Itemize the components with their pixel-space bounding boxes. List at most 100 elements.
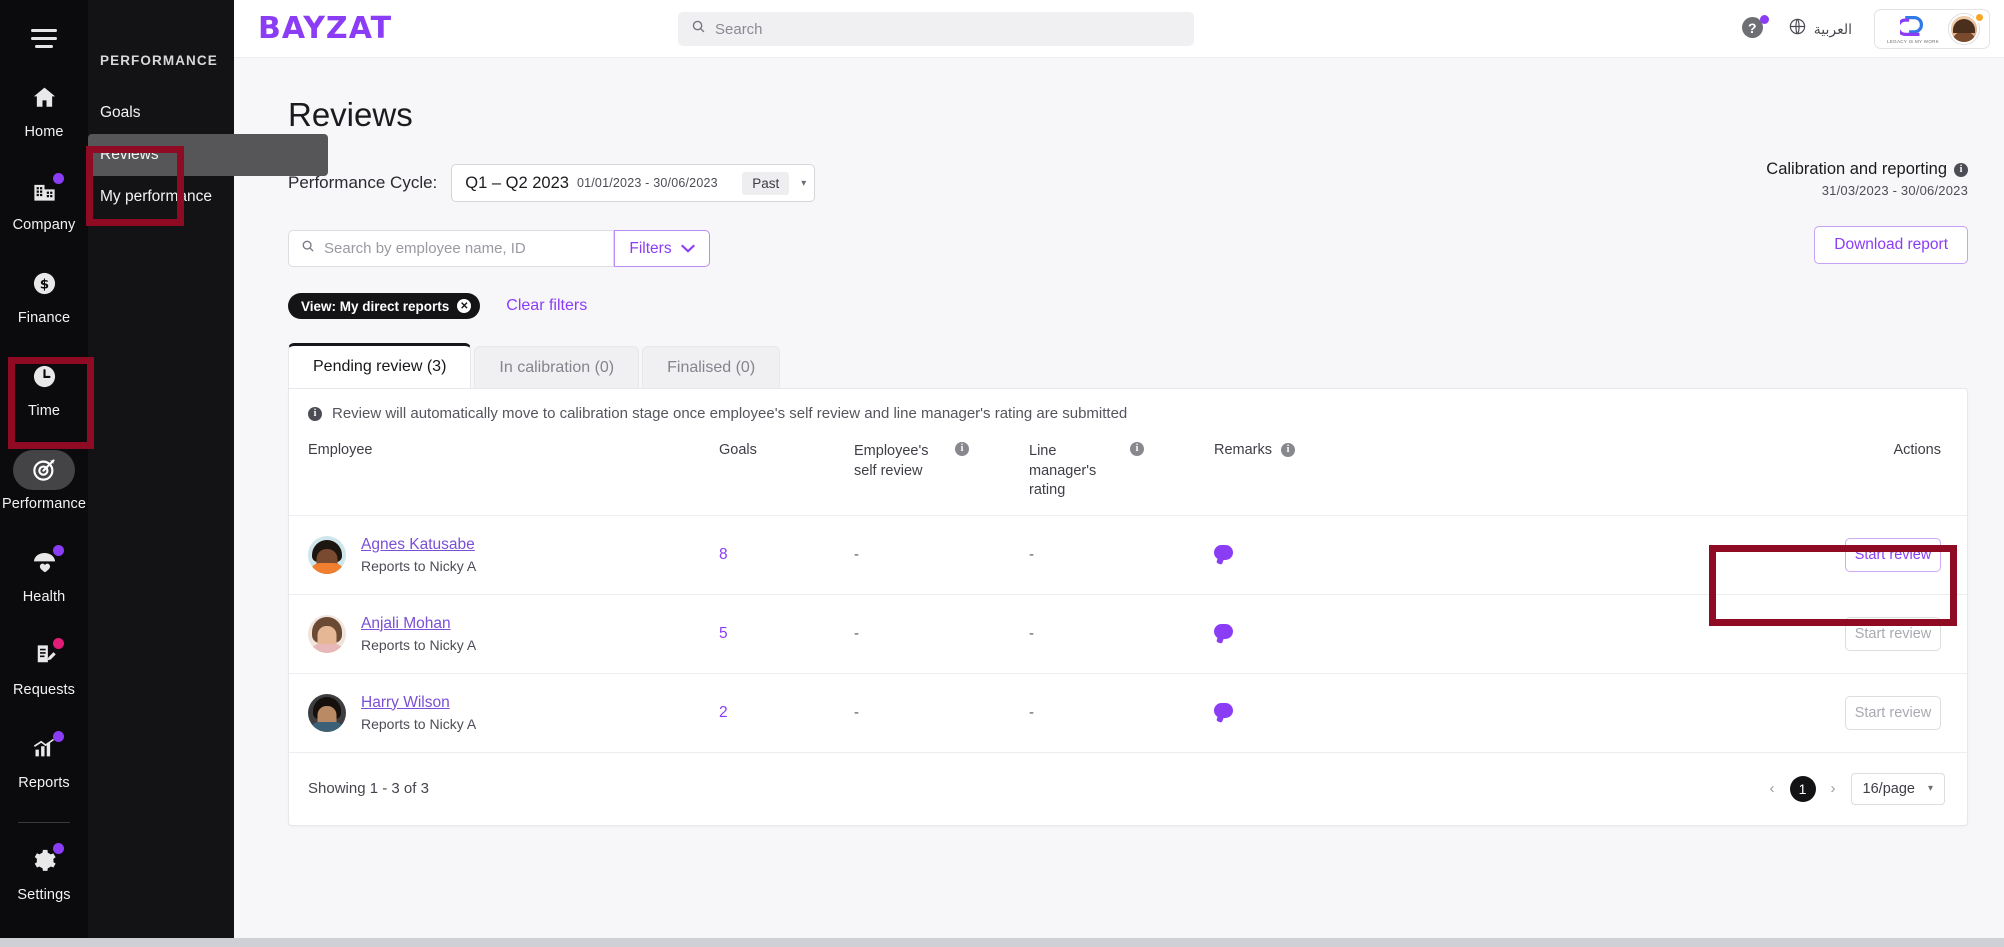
chevron-down-icon [681,240,695,258]
next-page-button[interactable]: › [1828,780,1839,797]
hamburger-icon[interactable] [24,22,64,56]
filters-button[interactable]: Filters [614,230,710,267]
bar-chart-icon [13,729,75,769]
rail-label: Home [24,125,63,140]
rail-divider [18,822,70,823]
avatar [308,615,346,653]
cell-actions: Start review [1634,673,1967,752]
tab-in-calibration[interactable]: In calibration (0) [474,346,639,388]
manager-rating-value: - [1029,704,1034,721]
tab-pending-review[interactable]: Pending review (3) [288,343,471,388]
avatar [308,536,346,574]
employee-search[interactable]: Search by employee name, ID [288,230,614,267]
rail-item-finance[interactable]: $ Finance [0,264,88,337]
cycle-status-badge: Past [742,172,789,195]
prev-page-button[interactable]: ‹ [1767,780,1778,797]
rail-item-settings[interactable]: Settings [0,841,88,914]
cell-goals: 5 [719,594,854,673]
table-row[interactable]: Agnes Katusabe Reports to Nicky A 8 - - … [289,515,1967,594]
comment-bubble-icon[interactable] [1214,545,1233,560]
active-filters-row: View: My direct reports ✕ Clear filters [234,267,2004,319]
table-head: Employee Goals Employee's self review i [289,436,1967,515]
primary-nav-rail: Home Company $ Finance Time [0,0,88,938]
col-goals: Goals [719,436,854,515]
sidebar-item-goals[interactable]: Goals [88,92,328,134]
dollar-coin-icon: $ [13,264,75,304]
search-input[interactable]: Search [715,21,763,38]
global-search[interactable]: Search [678,12,1194,46]
table-row[interactable]: Harry Wilson Reports to Nicky A 2 - - St… [289,673,1967,752]
search-input[interactable]: Search by employee name, ID [324,240,526,257]
rail-label: Company [13,218,76,233]
bayzat-logo: BAYZAT [258,11,392,46]
goals-count-link[interactable]: 2 [719,704,728,721]
clipboard-pen-icon [13,636,75,676]
comment-bubble-icon[interactable] [1214,703,1233,718]
performance-cycle-select[interactable]: Q1 – Q2 2023 01/01/2023 - 30/06/2023 Pas… [451,164,815,202]
cell-employee: Anjali Mohan Reports to Nicky A [289,595,719,673]
cell-employee: Harry Wilson Reports to Nicky A [289,674,719,752]
goals-count-link[interactable]: 8 [719,546,728,563]
company-logo-sub: LEGACY IS MY WORK [1887,39,1939,44]
start-review-button[interactable]: Start review [1845,538,1941,572]
info-icon[interactable]: i [1954,163,1968,177]
rail-item-time[interactable]: Time [0,357,88,430]
goals-count-link[interactable]: 5 [719,625,728,642]
cell-manager-rating: - [1029,515,1214,594]
employee-name-link[interactable]: Anjali Mohan [361,615,476,633]
cell-remarks [1214,515,1634,594]
building-icon [13,171,75,211]
col-manager-rating: Line manager's rating i [1029,436,1214,515]
rail-item-requests[interactable]: Requests [0,636,88,709]
window-frame-bottom [0,938,2004,947]
language-label: العربية [1814,21,1852,38]
info-icon[interactable]: i [1281,443,1295,457]
info-icon[interactable]: i [1130,442,1144,456]
calibration-info: Calibration and reporting i 31/03/2023 -… [1766,160,1968,198]
cell-goals: 2 [719,673,854,752]
target-icon [13,450,75,490]
company-logo-icon: LEGACY IS MY WORK [1887,15,1939,44]
clear-filters-button[interactable]: Clear filters [506,297,587,315]
help-icon[interactable]: ? [1742,17,1766,41]
info-icon[interactable]: i [955,442,969,456]
comment-bubble-icon[interactable] [1214,624,1233,639]
main-pane: BAYZAT Search ? العربية [234,0,2004,938]
filter-row: Search by employee name, ID Filters Down… [234,202,2004,267]
employee-name-link[interactable]: Agnes Katusabe [361,536,476,554]
filter-chip-view[interactable]: View: My direct reports ✕ [288,293,480,319]
tab-finalised[interactable]: Finalised (0) [642,346,780,388]
rail-label: Finance [18,311,70,326]
col-remarks-label: Remarks [1214,442,1272,458]
filters-label: Filters [629,240,671,258]
employee-name-link[interactable]: Harry Wilson [361,694,476,712]
profile-menu[interactable]: LEGACY IS MY WORK [1874,9,1990,49]
self-review-value: - [854,704,859,721]
close-icon[interactable]: ✕ [457,299,471,313]
rail-item-reports[interactable]: Reports [0,729,88,802]
page-number-1[interactable]: 1 [1790,776,1816,802]
calibration-title-row: Calibration and reporting i [1766,160,1968,179]
chevron-down-icon[interactable]: ▾ [801,178,806,189]
notice-banner: i Review will automatically move to cali… [289,389,1967,436]
per-page-select[interactable]: 16/page ▾ [1851,773,1945,805]
chevron-down-icon: ▾ [1928,783,1933,794]
cell-employee: Agnes Katusabe Reports to Nicky A [289,516,719,594]
sidebar-item-my-performance[interactable]: My performance [88,176,328,218]
table-row[interactable]: Anjali Mohan Reports to Nicky A 5 - - St… [289,594,1967,673]
download-report-button[interactable]: Download report [1814,226,1968,264]
sidebar-item-reviews[interactable]: Reviews [88,134,328,176]
start-review-button[interactable]: Start review [1845,696,1941,730]
rail-item-performance[interactable]: Performance [0,450,88,523]
chip-label: View: My direct reports [301,299,449,314]
language-switcher[interactable]: العربية [1788,17,1852,41]
rail-item-home[interactable]: Home [0,78,88,151]
employee-manager: Reports to Nicky A [361,558,476,574]
rail-item-company[interactable]: Company [0,171,88,244]
cell-self-review: - [854,515,1029,594]
cycle-name: Q1 – Q2 2023 [465,174,569,193]
rail-item-health[interactable]: Health [0,543,88,616]
start-review-button[interactable]: Start review [1845,617,1941,651]
cell-goals: 8 [719,515,854,594]
globe-icon [1788,17,1807,41]
